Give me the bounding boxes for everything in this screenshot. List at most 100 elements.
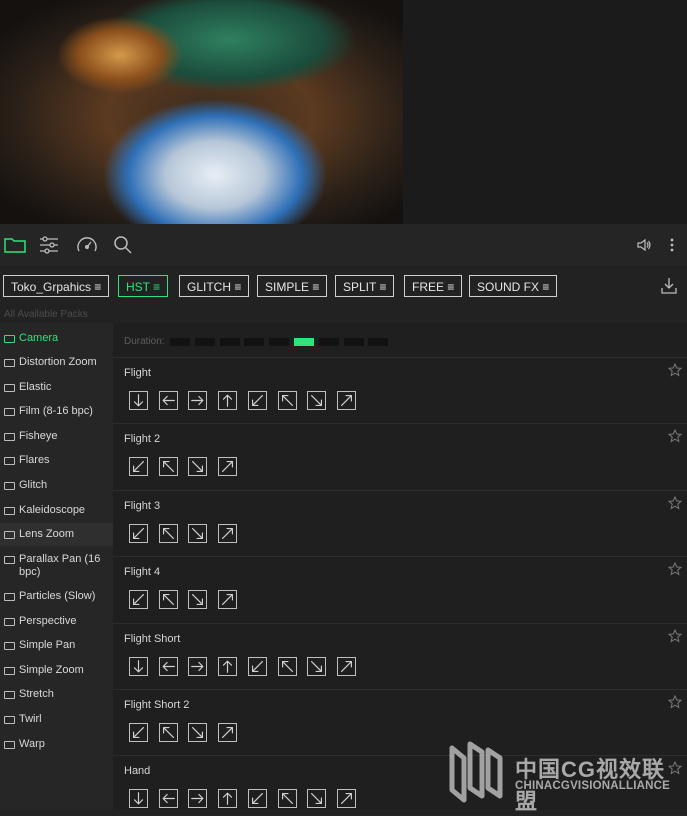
- preset-title: Flight Short: [124, 632, 181, 645]
- category-camera[interactable]: Camera: [0, 332, 113, 345]
- down-arrow-button[interactable]: [129, 656, 148, 676]
- up-right-arrow-button[interactable]: [218, 590, 238, 610]
- category-particles[interactable]: Particles (Slow): [0, 590, 113, 603]
- up-right-arrow-icon: [222, 461, 234, 473]
- category-warp[interactable]: Warp: [0, 738, 113, 751]
- pack-free[interactable]: FREE ≡: [404, 275, 463, 297]
- duration-segment[interactable]: [368, 338, 389, 346]
- category-elastic[interactable]: Elastic: [0, 381, 113, 394]
- up-right-arrow-button[interactable]: [336, 789, 356, 809]
- down-right-arrow-button[interactable]: [188, 457, 208, 477]
- up-left-arrow-button[interactable]: [158, 723, 178, 742]
- down-arrow-button[interactable]: [129, 789, 148, 809]
- right-arrow-button[interactable]: [188, 656, 208, 676]
- down-left-arrow-icon: [132, 594, 145, 606]
- star-icon[interactable]: [668, 429, 682, 443]
- down-right-arrow-button[interactable]: [307, 789, 327, 809]
- down-right-arrow-button[interactable]: [188, 590, 208, 610]
- category-parallax-pan[interactable]: Parallax Pan (16 bpc): [0, 553, 113, 579]
- up-arrow-button[interactable]: [218, 656, 238, 676]
- category-label: Lens Zoom: [19, 528, 75, 540]
- preview-panel: [0, 0, 687, 224]
- category-simple-zoom[interactable]: Simple Zoom: [0, 664, 113, 677]
- up-left-arrow-button[interactable]: [158, 523, 178, 543]
- duration-segment[interactable]: [294, 338, 314, 346]
- down-right-arrow-button[interactable]: [307, 391, 327, 410]
- up-left-arrow-button[interactable]: [277, 656, 297, 676]
- category-lens-zoom[interactable]: Lens Zoom: [0, 523, 113, 546]
- category-glitch[interactable]: Glitch: [0, 479, 113, 492]
- up-left-arrow-button[interactable]: [158, 457, 178, 477]
- speedometer-icon[interactable]: [72, 230, 102, 260]
- star-icon[interactable]: [668, 695, 682, 709]
- left-arrow-button[interactable]: [158, 789, 178, 809]
- category-film[interactable]: Film (8-16 bpc): [0, 405, 113, 418]
- duration-segment[interactable]: [269, 338, 290, 346]
- down-left-arrow-icon: [132, 461, 145, 473]
- up-arrow-icon: [222, 792, 233, 806]
- category-perspective[interactable]: Perspective: [0, 615, 113, 628]
- search-icon[interactable]: [108, 230, 138, 260]
- down-left-arrow-button[interactable]: [129, 523, 148, 543]
- category-kaleidoscope[interactable]: Kaleidoscope: [0, 504, 113, 517]
- down-right-arrow-button[interactable]: [188, 723, 208, 742]
- category-label: Film (8-16 bpc): [19, 405, 93, 417]
- left-arrow-icon: [162, 395, 175, 406]
- pack-split[interactable]: SPLIT ≡: [335, 275, 395, 297]
- more-vertical-icon[interactable]: [657, 230, 687, 260]
- left-arrow-button[interactable]: [158, 656, 178, 676]
- download-icon[interactable]: [654, 271, 684, 301]
- up-left-arrow-button[interactable]: [277, 391, 297, 410]
- pack-glitch[interactable]: GLITCH ≡: [179, 275, 250, 297]
- left-arrow-button[interactable]: [158, 391, 178, 410]
- category-distortion-zoom[interactable]: Distortion Zoom: [0, 356, 113, 369]
- category-twirl[interactable]: Twirl: [0, 713, 113, 726]
- down-left-arrow-button[interactable]: [129, 590, 148, 610]
- star-icon[interactable]: [668, 562, 682, 576]
- down-right-arrow-button[interactable]: [307, 656, 327, 676]
- duration-segment[interactable]: [318, 338, 339, 346]
- up-left-arrow-button[interactable]: [277, 789, 297, 809]
- star-icon[interactable]: [668, 495, 682, 510]
- duration-segment[interactable]: [219, 338, 240, 346]
- pack-toko-grpahics[interactable]: Toko_Grpahics ≡: [3, 275, 110, 297]
- up-right-arrow-button[interactable]: [218, 457, 238, 477]
- up-arrow-button[interactable]: [218, 391, 238, 410]
- up-right-arrow-button[interactable]: [336, 656, 356, 676]
- down-left-arrow-button[interactable]: [247, 391, 267, 410]
- duration-segment[interactable]: [343, 338, 364, 346]
- category-stretch[interactable]: Stretch: [0, 688, 113, 701]
- down-left-arrow-button[interactable]: [247, 789, 267, 809]
- pack-sound-fx[interactable]: SOUND FX ≡: [469, 275, 558, 297]
- pack-simple[interactable]: SIMPLE ≡: [257, 275, 328, 297]
- down-left-arrow-button[interactable]: [247, 656, 267, 676]
- up-left-arrow-button[interactable]: [158, 590, 178, 610]
- watermark-en-text: CHINACGVISIONALLIANCE: [515, 780, 670, 792]
- duration-segment[interactable]: [170, 338, 190, 346]
- category-simple-pan[interactable]: Simple Pan: [0, 639, 113, 652]
- speaker-icon[interactable]: [629, 230, 659, 260]
- duration-segment[interactable]: [244, 338, 265, 346]
- up-right-arrow-button[interactable]: [218, 723, 238, 742]
- star-icon[interactable]: [668, 628, 682, 643]
- folder-icon[interactable]: [0, 230, 30, 260]
- down-arrow-button[interactable]: [129, 391, 148, 410]
- pack-hst[interactable]: HST ≡: [118, 275, 169, 297]
- category-flares[interactable]: Flares: [0, 454, 113, 467]
- preset-title: Hand: [124, 765, 151, 778]
- star-icon[interactable]: [668, 363, 682, 377]
- folder-icon: [4, 691, 15, 699]
- category-fisheye[interactable]: Fisheye: [0, 430, 113, 443]
- right-arrow-button[interactable]: [188, 789, 208, 809]
- down-right-arrow-button[interactable]: [188, 523, 208, 543]
- up-right-arrow-button[interactable]: [218, 523, 238, 543]
- down-left-arrow-button[interactable]: [129, 723, 148, 742]
- left-arrow-icon: [162, 661, 175, 671]
- up-right-arrow-icon: [340, 660, 352, 672]
- right-arrow-button[interactable]: [188, 391, 208, 410]
- duration-segment[interactable]: [194, 338, 215, 346]
- up-right-arrow-button[interactable]: [336, 391, 356, 410]
- sliders-icon[interactable]: [34, 230, 64, 260]
- down-left-arrow-button[interactable]: [129, 457, 148, 477]
- up-arrow-button[interactable]: [218, 789, 238, 809]
